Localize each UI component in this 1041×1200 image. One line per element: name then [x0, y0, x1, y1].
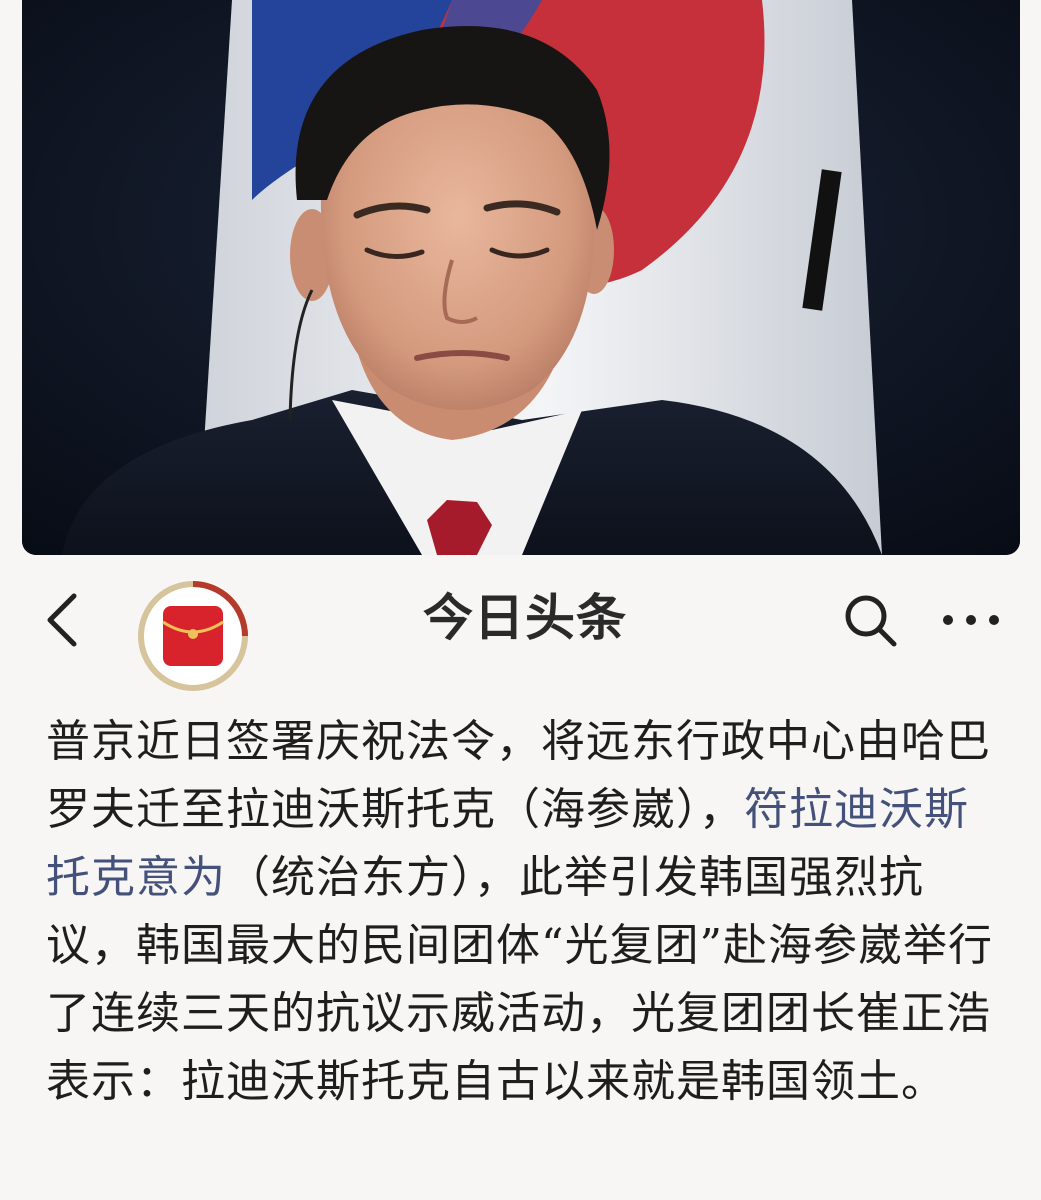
search-button[interactable]: [838, 588, 904, 654]
red-envelope-icon: [138, 581, 248, 691]
app-header: 今日头条: [0, 560, 1041, 691]
more-button[interactable]: [938, 600, 1004, 640]
avatar[interactable]: [135, 578, 251, 694]
search-icon: [845, 595, 897, 647]
chevron-left-icon: [47, 593, 77, 647]
article-photo: [22, 0, 1020, 555]
page-title: 今日头条: [423, 589, 627, 647]
article-body: 普京近日签署庆祝法令，将远东行政中心由哈巴罗夫迁至拉迪沃斯托克（海参崴），符拉迪…: [46, 708, 1001, 1116]
more-dots-icon: [943, 615, 999, 625]
back-button[interactable]: [36, 588, 96, 652]
